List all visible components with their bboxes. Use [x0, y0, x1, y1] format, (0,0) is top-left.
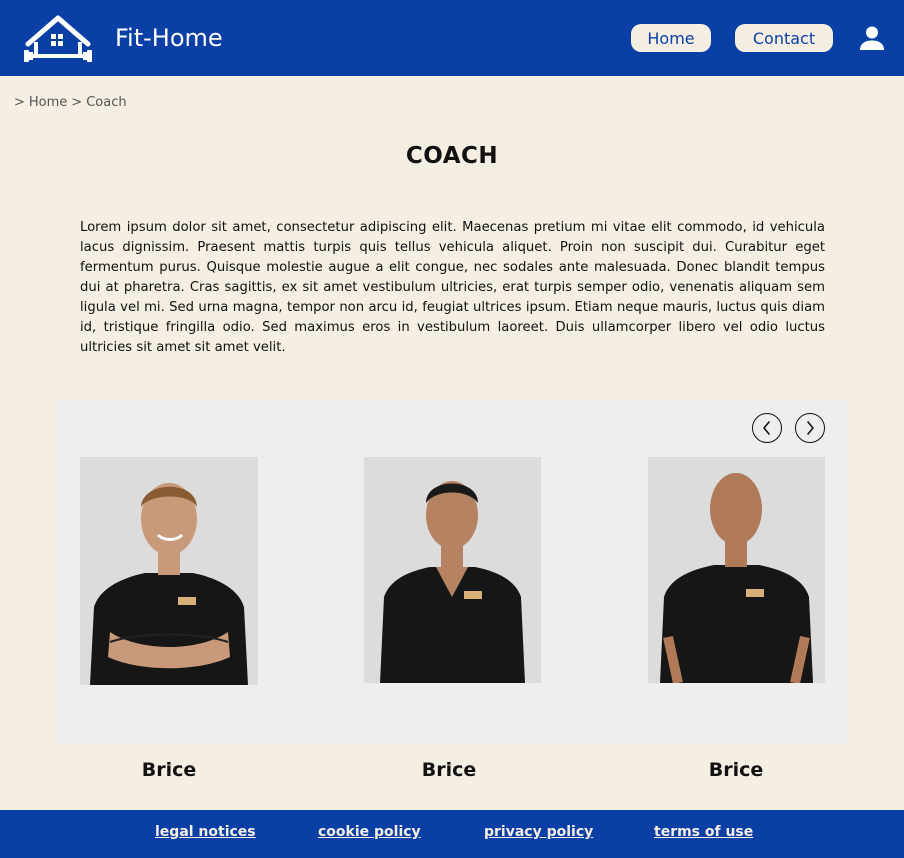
coach-card[interactable]: Brice: [648, 457, 825, 781]
coach-name: Brice: [708, 759, 764, 781]
breadcrumb-current: Coach: [86, 95, 127, 110]
coach-card[interactable]: Brice: [364, 457, 541, 781]
coach-name: Brice: [141, 759, 197, 781]
coach-photo: [364, 457, 541, 683]
house-dumbbell-logo-icon[interactable]: [20, 14, 96, 64]
site-footer: legal notices cookie policy privacy poli…: [0, 810, 904, 858]
page-title: COACH: [405, 143, 499, 169]
coach-photo: [80, 457, 258, 685]
site-header: Fit-Home Home Contact: [0, 0, 904, 76]
intro-paragraph: Lorem ipsum dolor sit amet, consectetur …: [80, 220, 825, 355]
breadcrumb-separator: >: [71, 95, 83, 110]
footer-terms-of-use-link[interactable]: terms of use: [654, 824, 753, 840]
coach-name: Brice: [421, 759, 477, 781]
chevron-right-icon: [807, 421, 814, 435]
nav-contact-button[interactable]: Contact: [735, 24, 833, 52]
carousel-next-button[interactable]: [795, 413, 825, 443]
footer-cookie-policy-link[interactable]: cookie policy: [318, 824, 421, 840]
carousel-prev-button[interactable]: [752, 413, 782, 443]
breadcrumb-separator: >: [14, 95, 25, 110]
coach-carousel: Brice Brice Brice: [56, 400, 848, 781]
brand-name[interactable]: Fit-Home: [115, 22, 223, 54]
nav-home-button[interactable]: Home: [631, 24, 711, 52]
chevron-left-icon: [763, 421, 770, 435]
breadcrumb: > Home > Coach: [14, 95, 127, 110]
breadcrumb-home-link[interactable]: Home: [29, 95, 67, 110]
footer-legal-notices-link[interactable]: legal notices: [155, 824, 256, 840]
user-account-icon[interactable]: [858, 24, 886, 52]
coach-card[interactable]: Brice: [80, 457, 258, 781]
coach-photo: [648, 457, 825, 683]
footer-privacy-policy-link[interactable]: privacy policy: [484, 824, 593, 840]
